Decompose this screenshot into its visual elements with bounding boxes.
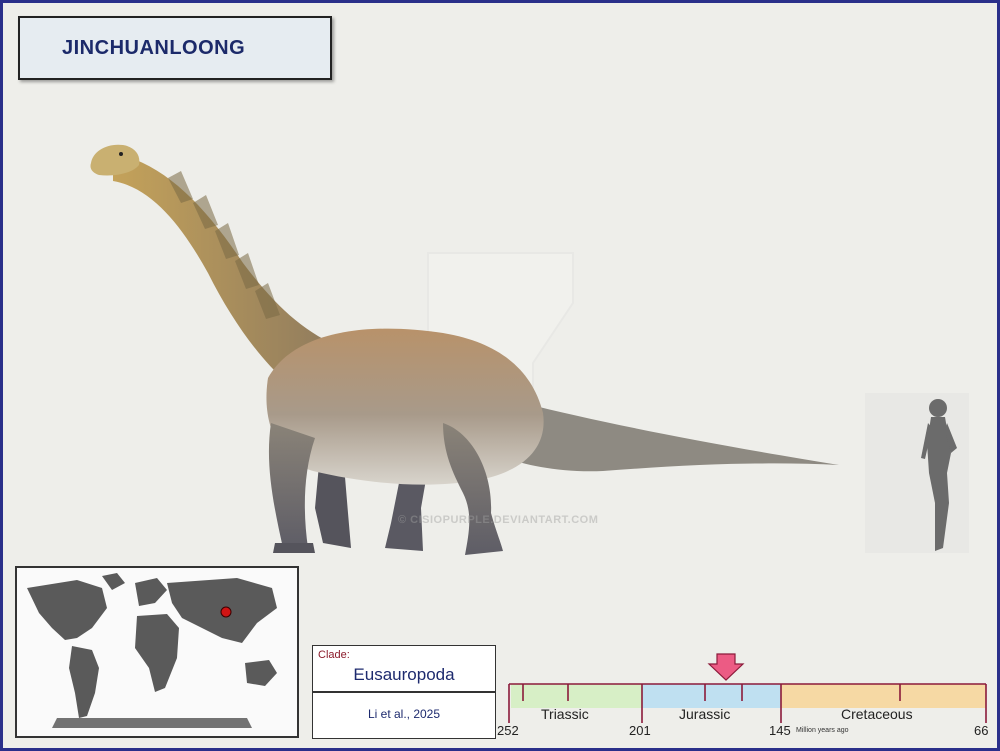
tick-label: 145 [769,723,791,738]
period-label-cretaceous: Cretaceous [841,706,913,722]
tick-label: 252 [497,723,519,738]
timeline-lines [508,653,987,723]
tick-label: 201 [629,723,651,738]
period-label-triassic: Triassic [541,706,589,722]
period-label-jurassic: Jurassic [679,706,731,722]
tick-label: 66 [974,723,989,738]
page-frame: © CISIOPURPLE.DEVIANTART.COM JINCHUANLOO… [3,3,997,748]
timeline-arrow-icon [707,653,745,681]
timeline-unit: Million years ago [796,727,849,734]
